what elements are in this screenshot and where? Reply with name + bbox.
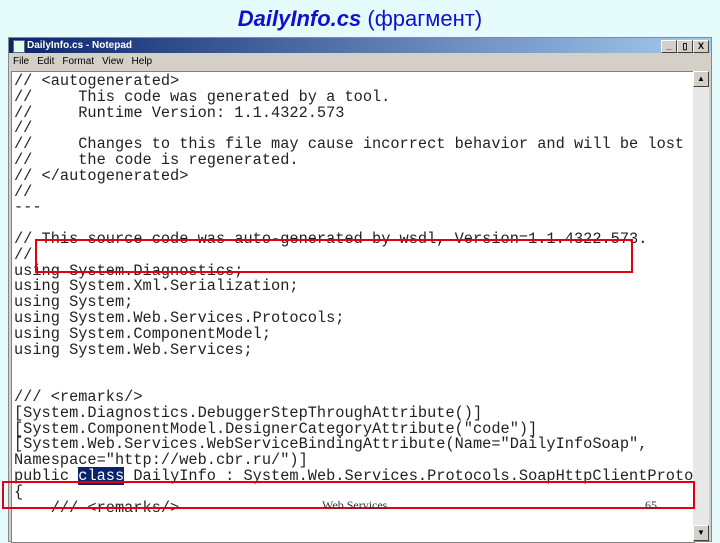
close-button[interactable]: X (693, 40, 709, 53)
title-filename: DailyInfo.cs (237, 6, 362, 31)
notepad-window: DailyInfo.cs - Notepad _ ▯ X File Edit For… (8, 37, 712, 543)
menu-view[interactable]: View (102, 56, 124, 67)
scroll-down-icon[interactable]: ▼ (693, 525, 709, 541)
code-text: // <autogenerated>// This code was gener… (14, 73, 694, 516)
code-line: // </autogenerated> (14, 166, 189, 185)
window-title: DailyInfo.cs - Notepad (27, 40, 133, 51)
menu-edit[interactable]: Edit (37, 56, 54, 67)
code-line: // (14, 182, 33, 201)
vertical-scrollbar[interactable]: ▲ ▼ (693, 71, 709, 541)
scroll-up-icon[interactable]: ▲ (693, 71, 709, 87)
code-line: --- (14, 198, 42, 217)
maximize-button[interactable]: ▯ (677, 40, 693, 53)
title-suffix: (фрагмент) (361, 6, 483, 31)
slide-footer: Web Services (322, 498, 388, 512)
menu-file[interactable]: File (13, 56, 29, 67)
text-editor[interactable]: // <autogenerated>// This code was gener… (11, 71, 695, 543)
menu-bar: File Edit Format View Help (13, 54, 160, 70)
title-bar: DailyInfo.cs - Notepad _ ▯ X (9, 38, 711, 53)
menu-help[interactable]: Help (132, 56, 153, 67)
code-line: // Runtime Version: 1.1.4322.573 (14, 103, 345, 122)
slide-title: DailyInfo.cs (фрагмент) (0, 6, 720, 32)
notepad-icon (13, 40, 25, 53)
menu-format[interactable]: Format (62, 56, 94, 67)
page-number: 65 (645, 498, 657, 512)
code-line: using System.Web.Services; (14, 340, 253, 359)
wsdl-highlight-box (35, 239, 633, 273)
minimize-button[interactable]: _ (661, 40, 677, 53)
